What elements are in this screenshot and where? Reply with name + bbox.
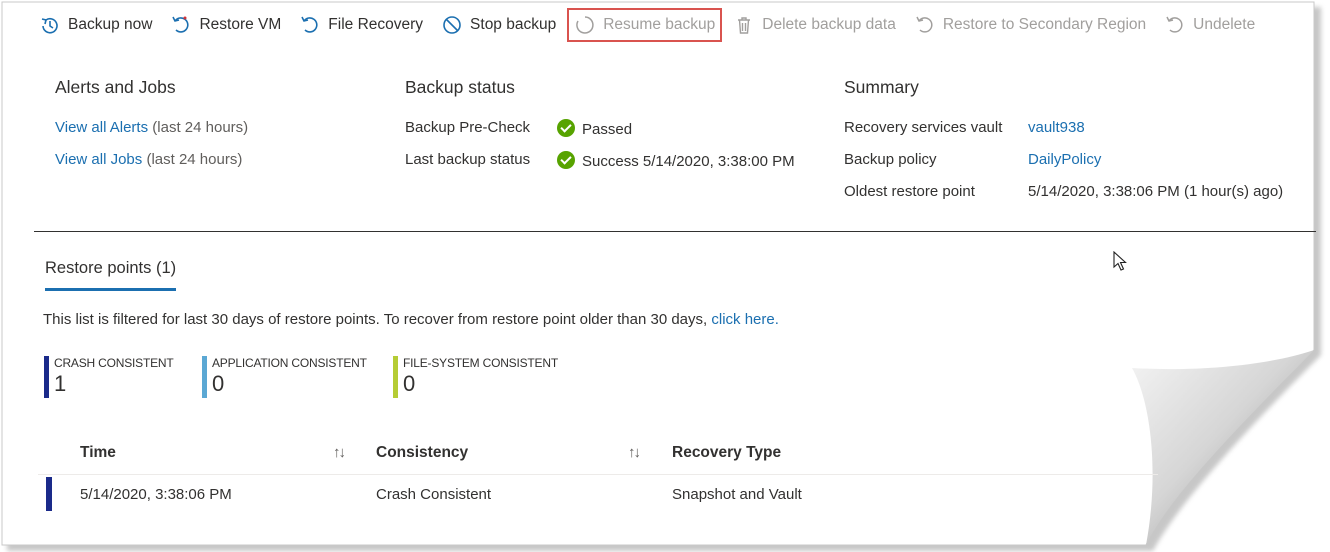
- kpi-value: 0: [212, 371, 225, 396]
- delete-backup-data-button[interactable]: Delete backup data: [724, 6, 905, 44]
- table-cell-consistency[interactable]: Crash Consistent: [376, 486, 491, 503]
- filter-notice-text: This list is filtered for last 30 days o…: [43, 311, 708, 328]
- policy-link[interactable]: DailyPolicy: [1028, 151, 1101, 168]
- kpi-color-bar: [202, 356, 207, 398]
- column-header-recovery-type[interactable]: Recovery Type: [672, 444, 781, 462]
- kpi-color-bar: [393, 356, 398, 398]
- backup-now-label: Backup now: [68, 16, 153, 33]
- stop-backup-button[interactable]: Stop backup: [432, 6, 565, 44]
- kpi-label: FILE-SYSTEM CONSISTENT: [403, 356, 558, 370]
- click-here-link[interactable]: click here.: [711, 311, 779, 328]
- precheck-value-text: Passed: [582, 121, 633, 138]
- stop-icon: [441, 14, 463, 36]
- precheck-value: Passed: [557, 119, 632, 138]
- trash-icon: [733, 14, 755, 36]
- section-divider: [34, 231, 1316, 232]
- jobs-row: View all Jobs (last 24 hours): [55, 151, 242, 168]
- policy-label: Backup policy: [844, 151, 937, 168]
- kpi-value: 1: [54, 371, 67, 396]
- kpi-color-bar: [44, 356, 49, 398]
- restore-vm-button[interactable]: Restore VM: [161, 6, 290, 44]
- undelete-icon: [1164, 14, 1186, 36]
- kpi-application-consistent: APPLICATION CONSISTENT 0: [202, 356, 367, 398]
- table-cell-time[interactable]: 5/14/2020, 3:38:06 PM: [80, 486, 232, 503]
- restore-secondary-region-label: Restore to Secondary Region: [942, 16, 1147, 33]
- file-recovery-icon: [299, 14, 321, 36]
- alerts-note: (last 24 hours): [152, 119, 249, 136]
- undelete-label: Undelete: [1193, 16, 1256, 33]
- restore-secondary-icon: [914, 14, 936, 36]
- summary-title: Summary: [844, 77, 919, 97]
- alerts-jobs-title: Alerts and Jobs: [55, 77, 176, 97]
- kpi-file-system-consistent: FILE-SYSTEM CONSISTENT 0: [393, 356, 558, 398]
- resume-backup-button[interactable]: Resume backup: [565, 6, 724, 44]
- view-all-alerts-link[interactable]: View all Alerts: [55, 119, 148, 136]
- tab-restore-points[interactable]: Restore points (1): [45, 259, 177, 291]
- sort-time-icon[interactable]: ↑↓: [333, 444, 346, 461]
- success-check-icon: [557, 119, 575, 137]
- column-header-time[interactable]: Time: [80, 444, 116, 462]
- row-consistency-indicator: [46, 477, 52, 511]
- backup-status-title: Backup status: [405, 77, 515, 97]
- restore-vm-icon: [170, 14, 192, 36]
- jobs-note: (last 24 hours): [146, 151, 243, 168]
- table-cell-recovery-type[interactable]: Snapshot and Vault: [672, 486, 802, 503]
- mouse-cursor-icon: [1113, 251, 1127, 271]
- kpi-value: 0: [403, 371, 416, 396]
- file-recovery-button[interactable]: File Recovery: [290, 6, 432, 44]
- stop-backup-label: Stop backup: [470, 16, 557, 33]
- kpi-label: CRASH CONSISTENT: [54, 356, 174, 370]
- alerts-row: View all Alerts (last 24 hours): [55, 119, 248, 136]
- last-backup-value: Success 5/14/2020, 3:38:00 PM: [557, 151, 795, 170]
- page-curl-card: [0, 0, 1330, 552]
- page-curl-frame: [1, 1, 1321, 551]
- oldest-restore-value: 5/14/2020, 3:38:06 PM (1 hour(s) ago): [1028, 183, 1284, 200]
- success-check-icon: [557, 151, 575, 169]
- vault-label: Recovery services vault: [844, 119, 1003, 136]
- undelete-button[interactable]: Undelete: [1155, 6, 1264, 44]
- filter-notice: This list is filtered for last 30 days o…: [43, 311, 779, 328]
- resume-backup-label: Resume backup: [603, 16, 716, 33]
- backup-now-button[interactable]: Backup now: [30, 6, 161, 44]
- restore-vm-label: Restore VM: [199, 16, 282, 33]
- command-toolbar: Backup now Restore VM File Recovery Stop…: [30, 6, 1264, 44]
- kpi-label: APPLICATION CONSISTENT: [212, 356, 367, 370]
- precheck-label: Backup Pre-Check: [405, 119, 531, 136]
- backup-now-icon: [39, 14, 61, 36]
- table-header-divider: [38, 474, 1158, 475]
- kpi-crash-consistent: CRASH CONSISTENT 1: [44, 356, 174, 398]
- vault-link[interactable]: vault938: [1028, 119, 1085, 136]
- last-backup-value-text: Success 5/14/2020, 3:38:00 PM: [582, 153, 795, 170]
- sort-consistency-icon[interactable]: ↑↓: [628, 444, 641, 461]
- file-recovery-label: File Recovery: [328, 16, 424, 33]
- oldest-restore-label: Oldest restore point: [844, 183, 975, 200]
- view-all-jobs-link[interactable]: View all Jobs: [55, 151, 142, 168]
- last-backup-label: Last backup status: [405, 151, 531, 168]
- restore-secondary-region-button[interactable]: Restore to Secondary Region: [905, 6, 1155, 44]
- column-header-consistency[interactable]: Consistency: [376, 444, 468, 462]
- resume-icon: [574, 14, 596, 36]
- delete-backup-data-label: Delete backup data: [762, 16, 896, 33]
